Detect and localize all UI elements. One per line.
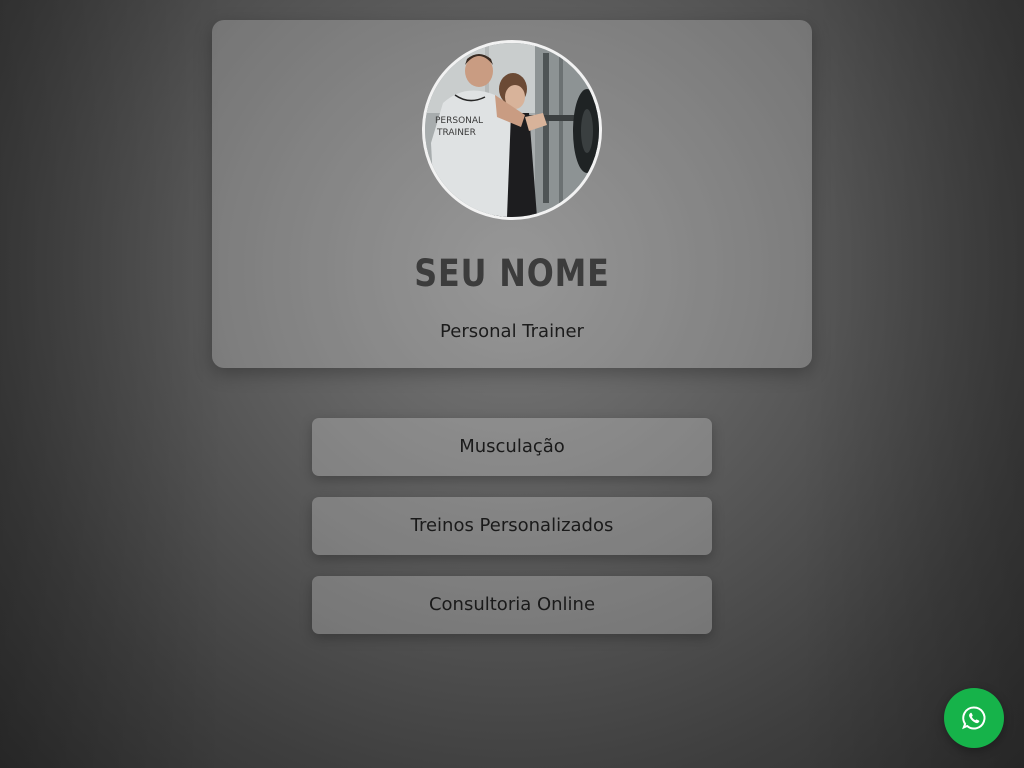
link-list: Musculação Treinos Personalizados Consul… bbox=[312, 418, 712, 655]
link-button-musculacao[interactable]: Musculação bbox=[312, 418, 712, 476]
profile-card: PERSONAL TRAINER Seu Nome Personal Train… bbox=[212, 20, 812, 368]
link-button-treinos-personalizados[interactable]: Treinos Personalizados bbox=[312, 497, 712, 555]
avatar: PERSONAL TRAINER bbox=[422, 40, 602, 220]
whatsapp-button[interactable] bbox=[944, 688, 1004, 748]
shirt-text-line-1: PERSONAL bbox=[435, 116, 483, 126]
personal-trainer-photo: PERSONAL TRAINER bbox=[425, 43, 599, 217]
profile-name: Seu Nome bbox=[414, 252, 610, 295]
profile-role: Personal Trainer bbox=[440, 321, 584, 342]
link-button-consultoria-online[interactable]: Consultoria Online bbox=[312, 576, 712, 634]
whatsapp-icon bbox=[962, 706, 986, 730]
shirt-text-line-2: TRAINER bbox=[436, 128, 476, 138]
